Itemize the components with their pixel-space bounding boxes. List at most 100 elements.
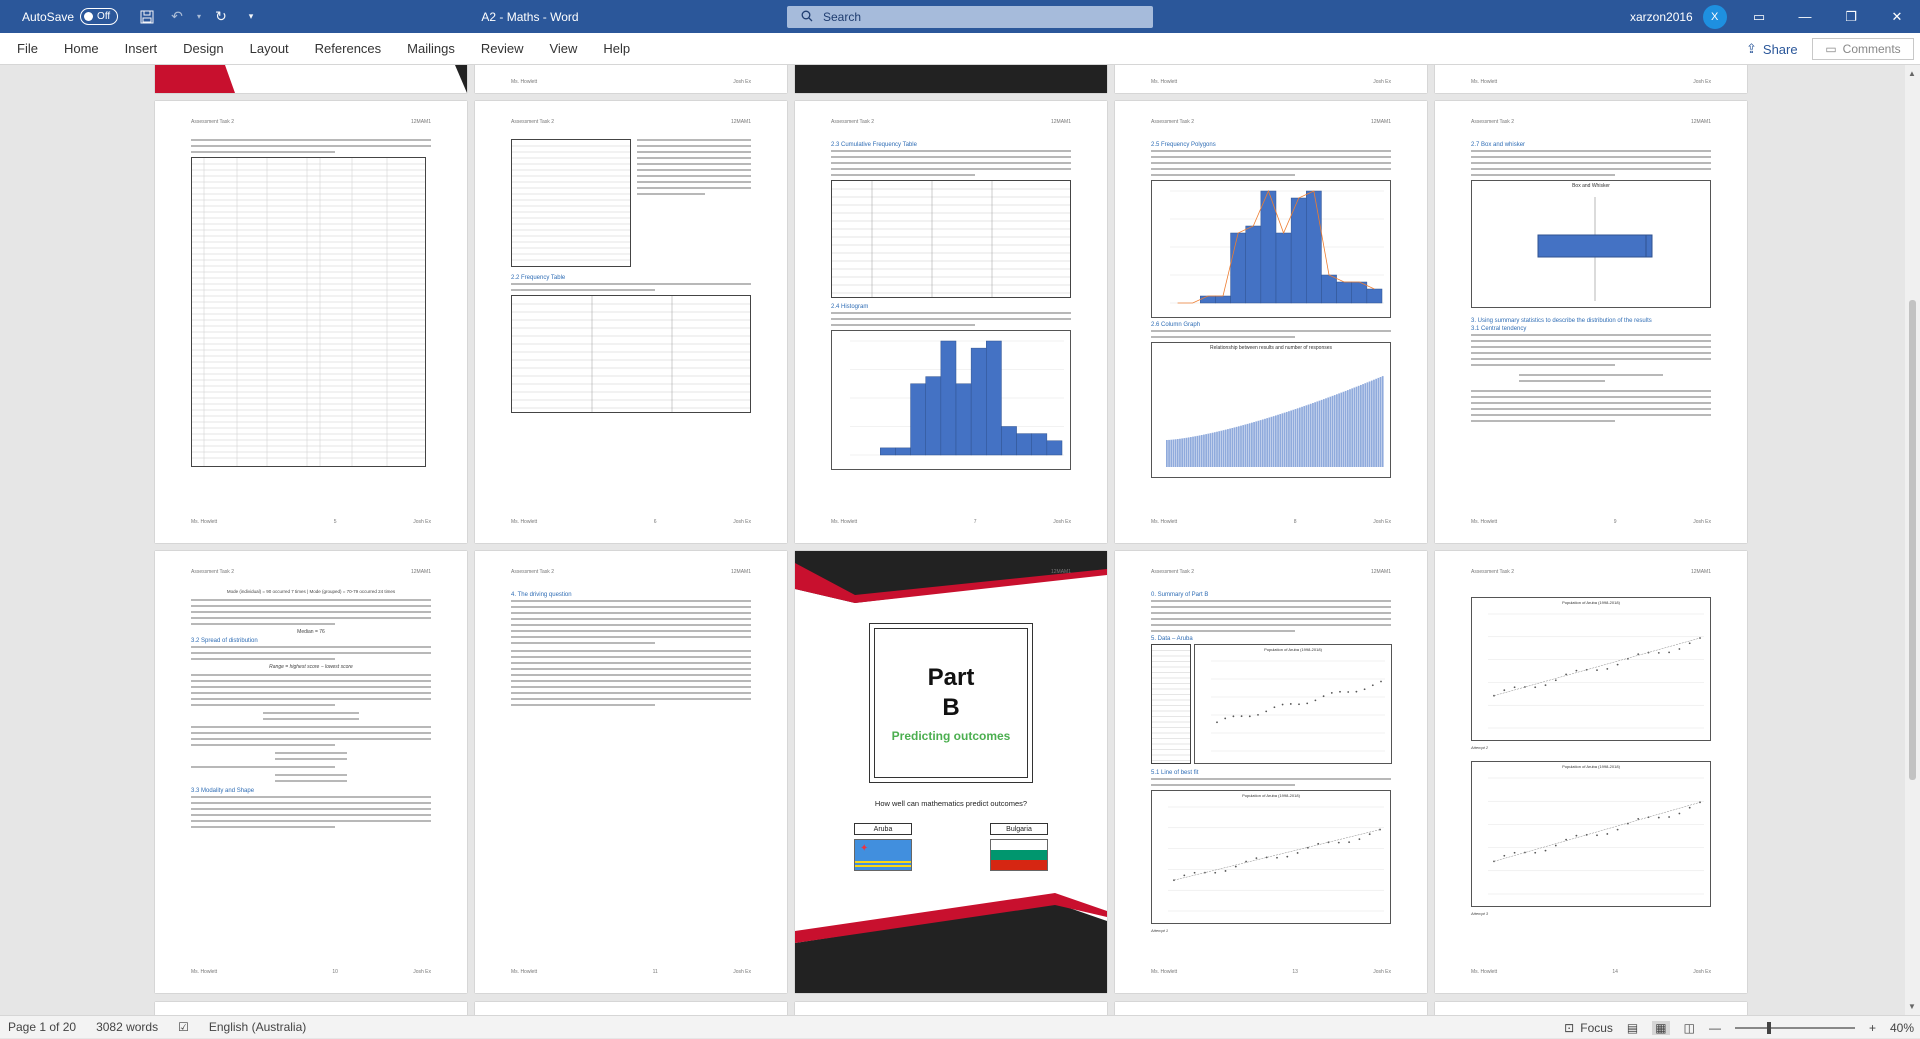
column-bar (1338, 393, 1340, 467)
comment-icon: ▭ (1825, 42, 1837, 56)
data-point (1513, 686, 1516, 689)
tab-layout[interactable]: Layout (237, 33, 302, 65)
page-14[interactable]: Assessment Task 2 12MAM1 Population of Ar… (1435, 551, 1747, 993)
title-bar: AutoSave Off ↶ ▾ ↻ ▾ A2 - Maths - Word S… (0, 0, 1920, 33)
page-12-part-b-cover[interactable]: 12MAM1 Part B Predicting outcomes How we… (795, 551, 1107, 993)
column-bar (1375, 378, 1378, 467)
autosave-control[interactable]: AutoSave Off (22, 8, 119, 25)
zoom-slider-knob[interactable] (1766, 1021, 1771, 1034)
column-bar (1327, 397, 1330, 467)
histogram-bar (1290, 197, 1307, 304)
data-table-continued (511, 139, 631, 267)
zoom-level[interactable]: 40% (1890, 1021, 1914, 1035)
account-area[interactable]: xarzon2016 X (1630, 0, 1727, 33)
share-button[interactable]: ⇪ Share (1738, 38, 1806, 60)
column-bar (1255, 421, 1258, 467)
document-canvas[interactable]: Ms. Howlett Josh Ex Ms. Howlett Josh Ex Ms… (0, 65, 1905, 1015)
undo-icon[interactable]: ↶ (162, 5, 192, 29)
section-heading: 4. The driving question (511, 592, 572, 598)
avatar[interactable]: X (1702, 4, 1727, 29)
minimize-icon[interactable]: — (1782, 0, 1828, 33)
column-bar (1235, 426, 1238, 467)
page-header: Assessment Task 2 12MAM1 (191, 569, 431, 575)
column-bar (1194, 436, 1197, 467)
customize-toolbar-icon[interactable]: ▾ (236, 5, 266, 29)
language-indicator[interactable]: English (Australia) (209, 1020, 306, 1034)
page-footer: Ms. Howlett 11 Josh Ex (511, 969, 751, 975)
column-bar (1309, 403, 1312, 467)
zoom-in-icon[interactable]: + (1869, 1021, 1876, 1035)
scroll-up-icon[interactable]: ▲ (1908, 69, 1916, 78)
print-layout-icon[interactable]: ▦ (1652, 1020, 1670, 1035)
data-point (1289, 703, 1292, 705)
data-point (1330, 692, 1333, 694)
data-point (1513, 851, 1516, 854)
histogram-bar (880, 447, 896, 456)
histogram-bar (1321, 274, 1337, 304)
histogram-bar (1230, 232, 1246, 304)
zoom-slider[interactable] (1734, 1021, 1855, 1034)
tab-mailings[interactable]: Mailings (394, 33, 468, 65)
data-point (1286, 855, 1289, 858)
data-point (1298, 703, 1300, 706)
ribbon-display-options-icon[interactable]: ▭ (1736, 0, 1782, 33)
restore-icon[interactable]: ❐ (1828, 0, 1874, 33)
data-point (1616, 663, 1619, 666)
close-icon[interactable]: ✕ (1874, 0, 1920, 33)
data-point (1296, 852, 1299, 854)
page-9[interactable]: Assessment Task 2 12MAM1 2.7 Box and whis… (1435, 101, 1747, 543)
tab-view[interactable]: View (536, 33, 590, 65)
page-6[interactable]: Assessment Task 2 12MAM1 2.2 Frequency Ta… (475, 101, 787, 543)
zoom-out-icon[interactable]: — (1709, 1021, 1721, 1035)
data-point (1368, 833, 1371, 836)
word-count[interactable]: 3082 words (96, 1020, 158, 1034)
column-bar (1185, 437, 1188, 467)
column-bar (1244, 424, 1247, 467)
tab-home[interactable]: Home (51, 33, 112, 65)
vertical-scrollbar[interactable]: ▲ ▼ (1905, 65, 1920, 1015)
page-7[interactable]: Assessment Task 2 12MAM1 2.3 Cumulative F… (795, 101, 1107, 543)
comments-button[interactable]: ▭ Comments (1812, 38, 1914, 60)
column-bar (1305, 405, 1308, 467)
page-8[interactable]: Assessment Task 2 12MAM1 2.5 Frequency Po… (1115, 101, 1427, 543)
tab-review[interactable]: Review (468, 33, 537, 65)
page-13[interactable]: Assessment Task 2 12MAM1 0. Summary of Pa… (1115, 551, 1427, 993)
column-bar (1294, 409, 1297, 467)
page-5[interactable]: Assessment Task 2 12MAM1 Ms. Howlett 5 Josh… (155, 101, 467, 543)
page-body: 2.2 Frequency Table (511, 139, 751, 413)
page-header: Assessment Task 2 12MAM1 (1471, 569, 1711, 575)
data-point (1276, 856, 1278, 859)
chart-caption: Attempt 1 (1151, 928, 1169, 933)
tab-design[interactable]: Design (170, 33, 236, 65)
read-mode-icon[interactable]: ▤ (1627, 1021, 1638, 1035)
column-bar (1307, 404, 1310, 467)
tab-references[interactable]: References (302, 33, 394, 65)
page-footer: Ms. Howlett 5 Josh Ex (191, 519, 431, 525)
tab-file[interactable]: File (4, 33, 51, 65)
data-point (1363, 688, 1366, 691)
data-point (1534, 686, 1537, 689)
page-count[interactable]: Page 1 of 20 (8, 1020, 76, 1034)
tab-insert[interactable]: Insert (112, 33, 171, 65)
save-icon[interactable] (132, 5, 162, 29)
column-bar (1333, 395, 1336, 467)
search-box[interactable]: Search (787, 6, 1153, 28)
page-10[interactable]: Assessment Task 2 12MAM1 Mode (individual… (155, 551, 467, 993)
histogram-bar (910, 383, 926, 456)
section-heading: 2.3 Cumulative Frequency Table (831, 142, 917, 148)
undo-dropdown-icon[interactable]: ▾ (192, 5, 206, 29)
scrollbar-thumb[interactable] (1909, 300, 1916, 780)
tab-help[interactable]: Help (590, 33, 643, 65)
autosave-toggle[interactable]: Off (80, 8, 119, 25)
redo-icon[interactable]: ↻ (206, 5, 236, 29)
focus-button[interactable]: ⊡ Focus (1564, 1021, 1613, 1035)
scroll-down-icon[interactable]: ▼ (1908, 1002, 1916, 1011)
page-footer: Ms. Howlett 14 Josh Ex (1471, 969, 1711, 975)
web-layout-icon[interactable]: ◫ (1684, 1021, 1695, 1035)
page-partial-next-2 (475, 1002, 787, 1015)
proofing-icon[interactable]: ☑ (178, 1020, 189, 1034)
share-label: Share (1762, 41, 1798, 57)
histogram-bar (986, 340, 1002, 456)
bulgaria-flag-icon (990, 839, 1048, 871)
page-11[interactable]: Assessment Task 2 12MAM1 4. The driving q… (475, 551, 787, 993)
